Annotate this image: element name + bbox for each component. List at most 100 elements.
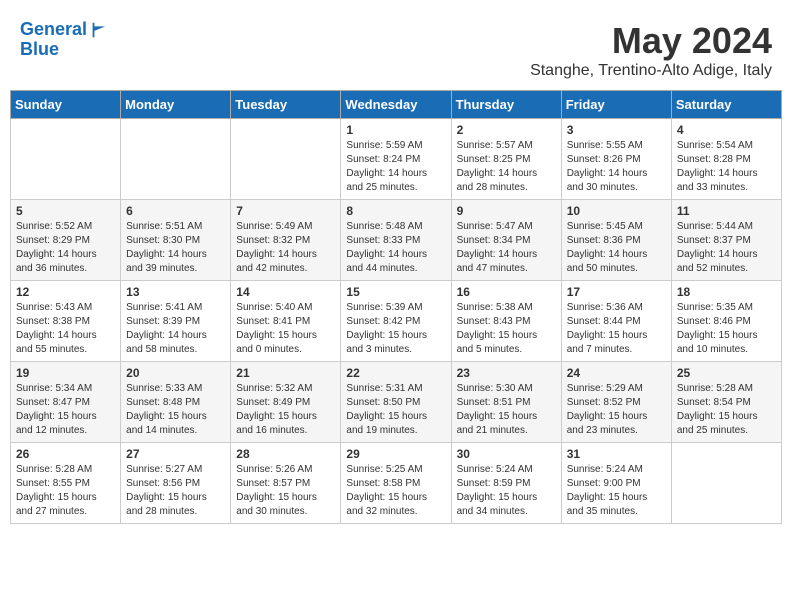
day-number: 23 <box>457 366 556 380</box>
day-number: 27 <box>126 447 225 461</box>
calendar-week-row: 5Sunrise: 5:52 AM Sunset: 8:29 PM Daylig… <box>11 200 782 281</box>
location-title: Stanghe, Trentino-Alto Adige, Italy <box>530 62 772 80</box>
day-number: 1 <box>346 123 445 137</box>
calendar-cell: 4 Sunrise: 5:54 AM Sunset: 8:28 PM Daylig… <box>671 119 781 200</box>
day-number: 7 <box>236 204 335 218</box>
day-number: 21 <box>236 366 335 380</box>
day-number: 2 <box>457 123 556 137</box>
calendar-cell: 28 Sunrise: 5:26 AM Sunset: 8:57 PM Dayli… <box>231 443 341 524</box>
day-info: Sunrise: 5:59 AM Sunset: 8:24 PM Dayligh… <box>346 139 445 195</box>
day-number: 19 <box>16 366 115 380</box>
day-info: Sunrise: 5:31 AM Sunset: 8:50 PM Dayligh… <box>346 382 445 438</box>
logo-flag-icon <box>89 21 107 39</box>
title-block: May 2024 Stanghe, Trentino-Alto Adige, I… <box>530 20 772 80</box>
calendar-cell: 16 Sunrise: 5:38 AM Sunset: 8:43 PM Dayli… <box>451 281 561 362</box>
day-number: 6 <box>126 204 225 218</box>
day-info: Sunrise: 5:57 AM Sunset: 8:25 PM Dayligh… <box>457 139 556 195</box>
weekday-header-row: SundayMondayTuesdayWednesdayThursdayFrid… <box>11 91 782 119</box>
day-info: Sunrise: 5:28 AM Sunset: 8:54 PM Dayligh… <box>677 382 776 438</box>
calendar-cell: 30Sunrise: 5:24 AM Sunset: 8:59 PM Dayli… <box>451 443 561 524</box>
day-info: Sunrise: 5:54 AM Sunset: 8:28 PM Dayligh… <box>677 139 776 195</box>
logo-text-blue: Blue <box>20 40 107 60</box>
calendar-cell: 29 Sunrise: 5:25 AM Sunset: 8:58 PM Dayli… <box>341 443 451 524</box>
day-info: Sunrise: 5:35 AM Sunset: 8:46 PM Dayligh… <box>677 301 776 357</box>
day-info: Sunrise: 5:24 AM Sunset: 8:59 PM Dayligh… <box>457 463 556 519</box>
calendar-cell: 14 Sunrise: 5:40 AM Sunset: 8:41 PM Dayli… <box>231 281 341 362</box>
calendar-cell: 24 Sunrise: 5:29 AM Sunset: 8:52 PM Dayli… <box>561 362 671 443</box>
day-number: 4 <box>677 123 776 137</box>
day-number: 14 <box>236 285 335 299</box>
calendar-cell <box>121 119 231 200</box>
calendar-cell: 10Sunrise: 5:45 AM Sunset: 8:36 PM Dayli… <box>561 200 671 281</box>
day-info: Sunrise: 5:47 AM Sunset: 8:34 PM Dayligh… <box>457 220 556 276</box>
calendar-cell: 9 Sunrise: 5:47 AM Sunset: 8:34 PM Daylig… <box>451 200 561 281</box>
calendar-cell: 8 Sunrise: 5:48 AM Sunset: 8:33 PM Daylig… <box>341 200 451 281</box>
weekday-header-sunday: Sunday <box>11 91 121 119</box>
day-number: 13 <box>126 285 225 299</box>
day-info: Sunrise: 5:48 AM Sunset: 8:33 PM Dayligh… <box>346 220 445 276</box>
weekday-header-friday: Friday <box>561 91 671 119</box>
day-info: Sunrise: 5:32 AM Sunset: 8:49 PM Dayligh… <box>236 382 335 438</box>
day-number: 20 <box>126 366 225 380</box>
day-info: Sunrise: 5:39 AM Sunset: 8:42 PM Dayligh… <box>346 301 445 357</box>
day-number: 18 <box>677 285 776 299</box>
logo: General Blue <box>20 20 107 60</box>
day-number: 17 <box>567 285 666 299</box>
day-number: 29 <box>346 447 445 461</box>
calendar-cell: 22 Sunrise: 5:31 AM Sunset: 8:50 PM Dayli… <box>341 362 451 443</box>
day-number: 31 <box>567 447 666 461</box>
day-info: Sunrise: 5:29 AM Sunset: 8:52 PM Dayligh… <box>567 382 666 438</box>
calendar-week-row: 19 Sunrise: 5:34 AM Sunset: 8:47 PM Dayli… <box>11 362 782 443</box>
calendar-cell: 31 Sunrise: 5:24 AM Sunset: 9:00 PM Dayli… <box>561 443 671 524</box>
day-number: 9 <box>457 204 556 218</box>
page-header: General Blue May 2024 Stanghe, Trentino-… <box>10 10 782 85</box>
day-info: Sunrise: 5:52 AM Sunset: 8:29 PM Dayligh… <box>16 220 115 276</box>
day-number: 22 <box>346 366 445 380</box>
calendar-cell: 15 Sunrise: 5:39 AM Sunset: 8:42 PM Dayli… <box>341 281 451 362</box>
weekday-header-monday: Monday <box>121 91 231 119</box>
calendar-cell <box>11 119 121 200</box>
calendar-cell: 20 Sunrise: 5:33 AM Sunset: 8:48 PM Dayli… <box>121 362 231 443</box>
day-number: 26 <box>16 447 115 461</box>
day-number: 15 <box>346 285 445 299</box>
calendar-week-row: 12 Sunrise: 5:43 AM Sunset: 8:38 PM Dayli… <box>11 281 782 362</box>
calendar-cell: 19 Sunrise: 5:34 AM Sunset: 8:47 PM Dayli… <box>11 362 121 443</box>
day-info: Sunrise: 5:41 AM Sunset: 8:39 PM Dayligh… <box>126 301 225 357</box>
weekday-header-thursday: Thursday <box>451 91 561 119</box>
day-info: Sunrise: 5:24 AM Sunset: 9:00 PM Dayligh… <box>567 463 666 519</box>
day-info: Sunrise: 5:34 AM Sunset: 8:47 PM Dayligh… <box>16 382 115 438</box>
day-info: Sunrise: 5:30 AM Sunset: 8:51 PM Dayligh… <box>457 382 556 438</box>
day-number: 28 <box>236 447 335 461</box>
day-info: Sunrise: 5:40 AM Sunset: 8:41 PM Dayligh… <box>236 301 335 357</box>
day-number: 24 <box>567 366 666 380</box>
day-info: Sunrise: 5:49 AM Sunset: 8:32 PM Dayligh… <box>236 220 335 276</box>
day-number: 25 <box>677 366 776 380</box>
day-info: Sunrise: 5:33 AM Sunset: 8:48 PM Dayligh… <box>126 382 225 438</box>
calendar-cell: 13 Sunrise: 5:41 AM Sunset: 8:39 PM Dayli… <box>121 281 231 362</box>
weekday-header-saturday: Saturday <box>671 91 781 119</box>
day-info: Sunrise: 5:43 AM Sunset: 8:38 PM Dayligh… <box>16 301 115 357</box>
calendar-week-row: 26 Sunrise: 5:28 AM Sunset: 8:55 PM Dayli… <box>11 443 782 524</box>
logo-text-general: General <box>20 20 87 40</box>
day-number: 3 <box>567 123 666 137</box>
calendar-cell: 11Sunrise: 5:44 AM Sunset: 8:37 PM Dayli… <box>671 200 781 281</box>
calendar-cell: 26 Sunrise: 5:28 AM Sunset: 8:55 PM Dayli… <box>11 443 121 524</box>
day-number: 16 <box>457 285 556 299</box>
day-info: Sunrise: 5:26 AM Sunset: 8:57 PM Dayligh… <box>236 463 335 519</box>
day-number: 12 <box>16 285 115 299</box>
calendar-cell: 6Sunrise: 5:51 AM Sunset: 8:30 PM Daylig… <box>121 200 231 281</box>
calendar-cell: 3Sunrise: 5:55 AM Sunset: 8:26 PM Daylig… <box>561 119 671 200</box>
calendar-table: SundayMondayTuesdayWednesdayThursdayFrid… <box>10 90 782 524</box>
day-info: Sunrise: 5:28 AM Sunset: 8:55 PM Dayligh… <box>16 463 115 519</box>
day-info: Sunrise: 5:38 AM Sunset: 8:43 PM Dayligh… <box>457 301 556 357</box>
calendar-cell: 5Sunrise: 5:52 AM Sunset: 8:29 PM Daylig… <box>11 200 121 281</box>
calendar-cell: 17 Sunrise: 5:36 AM Sunset: 8:44 PM Dayli… <box>561 281 671 362</box>
day-number: 8 <box>346 204 445 218</box>
day-info: Sunrise: 5:36 AM Sunset: 8:44 PM Dayligh… <box>567 301 666 357</box>
calendar-cell <box>671 443 781 524</box>
calendar-cell: 1 Sunrise: 5:59 AM Sunset: 8:24 PM Daylig… <box>341 119 451 200</box>
page-container: General Blue May 2024 Stanghe, Trentino-… <box>10 10 782 524</box>
calendar-cell: 27Sunrise: 5:27 AM Sunset: 8:56 PM Dayli… <box>121 443 231 524</box>
month-title: May 2024 <box>530 20 772 62</box>
day-info: Sunrise: 5:25 AM Sunset: 8:58 PM Dayligh… <box>346 463 445 519</box>
